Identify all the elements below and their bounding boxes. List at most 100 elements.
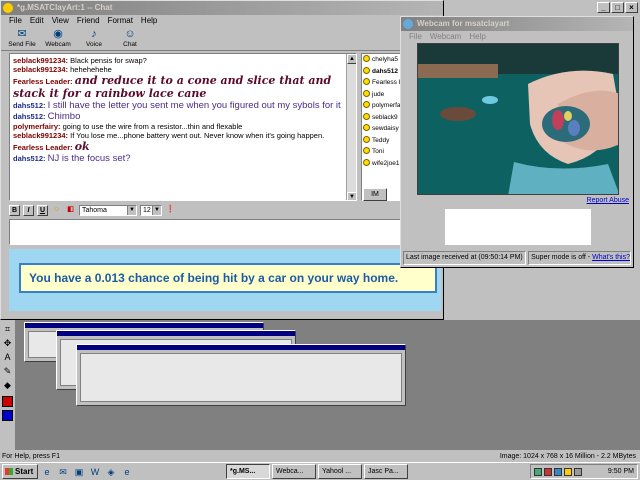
chat-message: seblack991234: hehehehehe <box>13 65 353 74</box>
chevron-down-icon: ▼ <box>127 206 136 215</box>
menu-item-view[interactable]: View <box>52 15 69 27</box>
outlook-express-icon[interactable]: ✉ <box>56 465 70 479</box>
message-nick[interactable]: dahs512: <box>13 112 46 121</box>
webcam-menu-item-file[interactable]: File <box>409 31 422 43</box>
fill-tool-icon[interactable]: ◆ <box>2 380 13 391</box>
chat-titlebar[interactable]: *g.MSATClayArt:1 -- Chat <box>1 1 443 15</box>
desktop-icon[interactable]: ▣ <box>72 465 86 479</box>
menu-item-edit[interactable]: Edit <box>30 15 44 27</box>
webcam-menubar: File Webcam Help <box>401 31 633 43</box>
message-text: going to use the wire from a resistor...… <box>62 122 243 131</box>
smiley-icon <box>363 112 370 120</box>
webcam-titlebar[interactable]: Webcam for msatclayart <box>401 17 633 31</box>
message-nick[interactable]: dahs512: <box>13 154 46 163</box>
user-name: seblack9 <box>372 113 398 121</box>
message-text: NJ is the focus set? <box>47 153 131 164</box>
channels-icon[interactable]: ◈ <box>104 465 118 479</box>
menu-item-friend[interactable]: Friend <box>77 15 100 27</box>
emoticon-icon[interactable]: ☺ <box>51 205 62 216</box>
menu-item-format[interactable]: Format <box>108 15 133 27</box>
task-buttons: *g.MS... Webca... Yahool ... Jasc Pa... <box>226 464 408 479</box>
message-input[interactable] <box>9 219 439 245</box>
webcam-menu-item-webcam[interactable]: Webcam <box>430 31 461 43</box>
taskbar-task-button[interactable]: *g.MS... <box>226 464 270 479</box>
webcam-button[interactable]: ◉ Webcam <box>43 27 73 51</box>
font-size-select[interactable]: 12 ▼ <box>140 205 162 216</box>
taskbar-task-button[interactable]: Webca... <box>272 464 316 479</box>
user-name: dahs512 <box>372 67 399 75</box>
message-list: seblack991234: Black pensis for swap? seb… <box>13 56 353 164</box>
user-name: wife2joe1 <box>372 159 400 167</box>
message-nick[interactable]: dahs512: <box>13 101 46 110</box>
help-hint: For Help, press F1 <box>2 453 60 460</box>
smiley-icon <box>363 124 370 131</box>
alert-icon[interactable]: ❗ <box>165 205 176 216</box>
report-abuse-link[interactable]: Report Abuse <box>587 197 629 204</box>
word-icon[interactable]: W <box>88 465 102 479</box>
close-button[interactable]: × <box>625 2 638 13</box>
webcam-icon: ◉ <box>53 28 63 40</box>
underline-button[interactable]: U <box>37 205 48 216</box>
chat-button[interactable]: ☺ Chat <box>115 27 145 51</box>
taskbar-task-button[interactable]: Yahool ... <box>318 464 362 479</box>
font-select[interactable]: Tahoma ▼ <box>79 205 137 216</box>
webcam-image <box>417 43 619 195</box>
webcam-icon <box>403 19 413 29</box>
scroll-down-button[interactable]: ▼ <box>347 192 356 200</box>
message-nick[interactable]: seblack991234: <box>13 65 68 74</box>
brush-tool-icon[interactable]: ✎ <box>2 366 13 377</box>
move-tool-icon[interactable]: ✥ <box>2 338 13 349</box>
menu-item-file[interactable]: File <box>9 15 22 27</box>
image-info: Image: 1024 x 768 x 16 Million - 2.2 MBy… <box>499 453 636 460</box>
internet-explorer-icon[interactable]: e <box>40 465 54 479</box>
microphone-icon: ♪ <box>91 28 97 40</box>
start-button[interactable]: Start <box>2 464 38 479</box>
chat-message: seblack991234: Black pensis for swap? <box>13 56 353 65</box>
message-nick[interactable]: seblack991234: <box>13 131 68 140</box>
menu-item-help[interactable]: Help <box>141 15 157 27</box>
speaker-icon[interactable] <box>574 467 582 476</box>
foreground-color-swatch[interactable] <box>2 396 13 407</box>
chat-log[interactable]: seblack991234: Black pensis for swap? seb… <box>9 53 357 201</box>
im-button[interactable]: IM <box>363 188 387 201</box>
background-window-controls: _ □ × <box>597 2 638 13</box>
italic-button[interactable]: I <box>23 205 34 216</box>
chat-message: dahs512: NJ is the focus set? <box>13 153 353 164</box>
smiley-icon <box>363 158 370 166</box>
tray-icon[interactable] <box>554 467 562 476</box>
chat-scrollbar[interactable]: ▲ ▼ <box>346 54 356 200</box>
scroll-up-button[interactable]: ▲ <box>347 54 356 64</box>
bold-button[interactable]: B <box>9 205 20 216</box>
webcam-window: Webcam for msatclayart File Webcam Help Re… <box>400 16 634 268</box>
tray-icon[interactable] <box>544 467 552 476</box>
ad-banner[interactable]: You have a 0.013 chance of being hit by … <box>19 263 437 293</box>
send-file-button[interactable]: ✉ Send File <box>7 27 37 51</box>
color-icon[interactable]: ◧ <box>65 205 76 216</box>
message-nick[interactable]: polymerfairy: <box>13 122 61 131</box>
internet-explorer-icon[interactable]: e <box>120 465 134 479</box>
message-nick[interactable]: Fearless Leader: <box>13 143 73 152</box>
taskbar-task-button[interactable]: Jasc Pa... <box>364 464 408 479</box>
super-mode-status: Super mode is off - What's this? <box>528 251 631 265</box>
message-nick[interactable]: seblack991234: <box>13 56 68 65</box>
whats-this-link[interactable]: What's this? <box>592 254 630 261</box>
tray-icon[interactable] <box>534 467 542 476</box>
chat-title: *g.MSATClayArt:1 -- Chat <box>17 3 113 12</box>
chat-window: *g.MSATClayArt:1 -- Chat File Edit View Fri… <box>0 0 444 320</box>
crop-tool-icon[interactable]: ⌗ <box>2 324 13 335</box>
user-name: jude <box>372 90 385 98</box>
webcam-menu-item-help[interactable]: Help <box>469 31 485 43</box>
text-tool-icon[interactable]: A <box>2 352 13 363</box>
tray-icon[interactable] <box>564 467 572 476</box>
clock[interactable]: 9:50 PM <box>608 468 634 475</box>
chat-menubar: File Edit View Friend Format Help <box>1 15 443 27</box>
message-nick[interactable]: Fearless Leader: <box>13 77 73 86</box>
image-window[interactable] <box>76 344 406 406</box>
maximize-button[interactable]: □ <box>611 2 624 13</box>
voice-button[interactable]: ♪ Voice <box>79 27 109 51</box>
user-name: Teddy <box>372 136 390 144</box>
user-name: chelyha5 <box>372 56 399 63</box>
webcam-title: Webcam for msatclayart <box>417 19 510 28</box>
background-color-swatch[interactable] <box>2 410 13 421</box>
minimize-button[interactable]: _ <box>597 2 610 13</box>
